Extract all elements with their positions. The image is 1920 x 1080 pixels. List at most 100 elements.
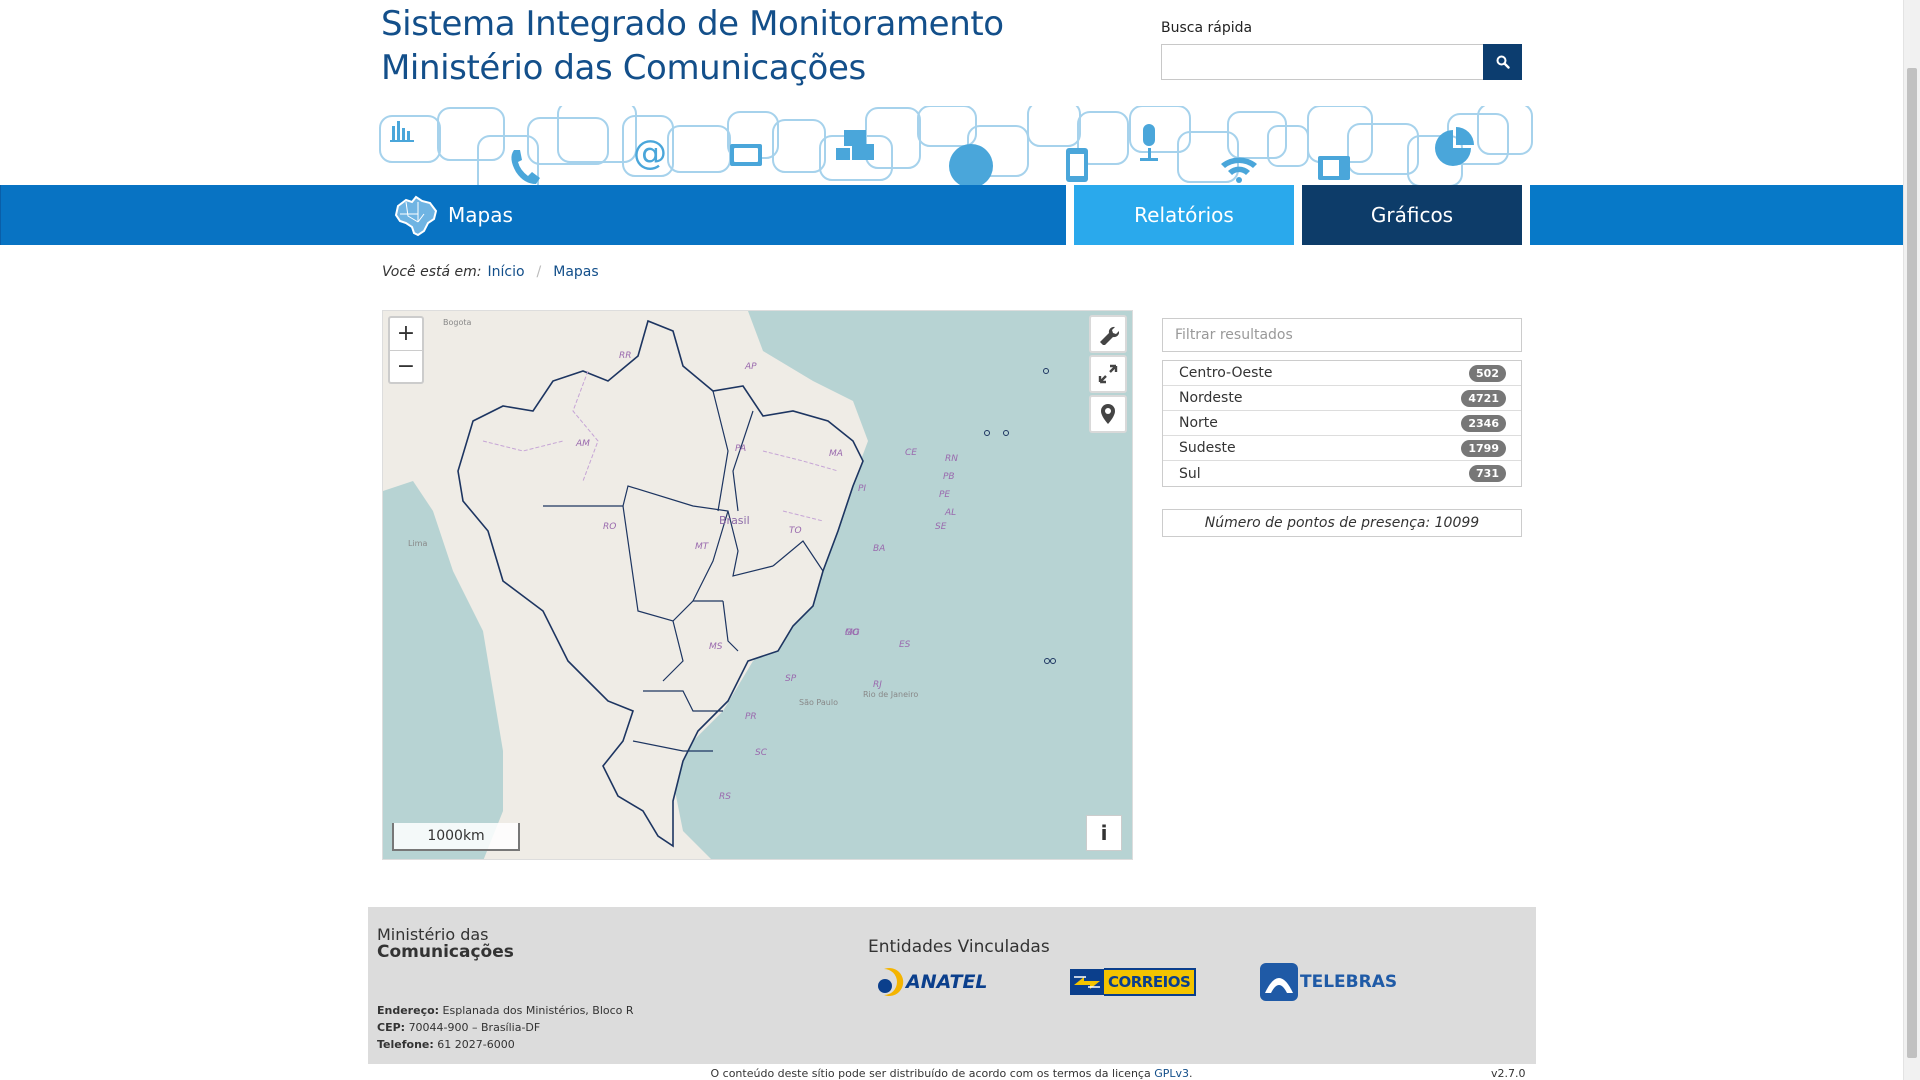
map-label-ce: CE (905, 448, 917, 458)
quick-search (1161, 44, 1522, 80)
telebras-text: TELEBRAS (1300, 972, 1398, 992)
region-name: Centro-Oeste (1179, 365, 1273, 381)
site-title-line1: Sistema Integrado de Monitoramento (381, 4, 1004, 44)
app-version: v2.7.0 (1491, 1067, 1526, 1080)
map-label-to: TO (789, 526, 802, 536)
license-link[interactable]: GPLv3 (1154, 1067, 1189, 1080)
map-view[interactable]: RR AP AM PA MA CE RN PB PE AL SE PI TO B… (382, 310, 1133, 860)
entidades-title: Entidades Vinculadas (868, 937, 1050, 957)
region-item-norte[interactable]: Norte 2346 (1163, 411, 1521, 436)
map-label-ba: BA (873, 544, 885, 554)
map-base: RR AP AM PA MA CE RN PB PE AL SE PI TO B… (383, 311, 1056, 859)
map-label-rio: Rio de Janeiro (863, 690, 918, 699)
map-label-rr: RR (619, 351, 632, 361)
correios-text: CORREIOS (1104, 968, 1197, 996)
nav-separator (1294, 185, 1302, 245)
quick-search-button[interactable] (1483, 44, 1522, 80)
map-label-ro: RO (603, 522, 616, 532)
license-notice: O conteúdo deste sítio pode ser distribu… (0, 1064, 1903, 1080)
phone-label: Telefone: (377, 1038, 434, 1051)
region-name: Sudeste (1179, 440, 1236, 456)
map-label-bogota: Bogota (443, 318, 471, 327)
map-label-rj: RJ (873, 680, 882, 690)
cep-label: CEP: (377, 1021, 406, 1034)
quick-search-input[interactable] (1161, 44, 1483, 80)
nav-separator (1066, 185, 1074, 245)
map-tools-button[interactable] (1089, 315, 1127, 353)
breadcrumb-separator: / (536, 264, 542, 280)
map-label-pa: PA (735, 444, 746, 454)
map-label-rs: RS (719, 792, 731, 802)
map-label-am: AM (575, 439, 590, 449)
region-item-sul[interactable]: Sul 731 (1163, 461, 1521, 486)
quick-search-label: Busca rápida (1161, 20, 1253, 36)
phone-value: 61 2027-6000 (437, 1038, 515, 1051)
map-label-ma: MA (829, 449, 843, 459)
search-icon (1496, 55, 1510, 69)
map-label-al: AL (944, 508, 956, 518)
map-label-sao-paulo: São Paulo (799, 698, 838, 707)
svg-text:@: @ (633, 133, 667, 173)
nav-relatorios[interactable]: Relatórios (1074, 185, 1294, 245)
correios-icon (1070, 969, 1104, 995)
zoom-in-button[interactable]: + (390, 318, 422, 351)
map-info-button[interactable]: i (1086, 815, 1122, 851)
breadcrumb-label: Você está em: (382, 264, 482, 280)
zoom-out-button[interactable]: − (390, 351, 422, 383)
presence-count: Número de pontos de presença: 10099 (1162, 509, 1522, 537)
region-count-badge: 4721 (1461, 389, 1506, 407)
region-name: Norte (1179, 415, 1218, 431)
map-label-pe: PE (939, 490, 950, 500)
cep-value: 70044-900 – Brasília-DF (408, 1021, 541, 1034)
map-label-lima: Lima (408, 539, 427, 548)
license-text-end: . (1189, 1067, 1193, 1080)
map-pin-icon (1101, 404, 1115, 424)
map-label-brasil: Brasil (719, 514, 750, 527)
map-label-es: ES (899, 640, 911, 650)
anatel-text: ANATEL (906, 971, 988, 993)
site-title-line2: Ministério das Comunicações (381, 48, 866, 88)
anatel-logo[interactable]: ANATEL (876, 962, 988, 1002)
region-name: Sul (1179, 465, 1201, 482)
filter-results-input[interactable] (1162, 318, 1522, 352)
footer-address: Endereço: Esplanada dos Ministérios, Blo… (377, 1002, 634, 1053)
region-item-centro-oeste[interactable]: Centro-Oeste 502 (1163, 361, 1521, 386)
brazil-map-icon (394, 195, 438, 237)
map-label-rn: RN (945, 454, 958, 464)
page-scrollbar[interactable] (1903, 0, 1920, 1080)
map-label-sc: SC (755, 748, 768, 758)
site-title: Sistema Integrado de Monitoramento Minis… (381, 2, 1004, 90)
scrollbar-thumb[interactable] (1907, 68, 1917, 1058)
region-item-nordeste[interactable]: Nordeste 4721 (1163, 386, 1521, 411)
nav-mapas[interactable]: Mapas (0, 185, 1066, 245)
region-count-badge: 1799 (1461, 439, 1506, 457)
telebras-icon (1260, 963, 1298, 1001)
breadcrumb-mapas[interactable]: Mapas (553, 264, 598, 280)
map-label-pi: PI (858, 484, 866, 494)
map-scale: 1000km (392, 823, 520, 851)
region-item-sudeste[interactable]: Sudeste 1799 (1163, 436, 1521, 461)
map-label-ms: MS (709, 642, 723, 652)
address-value: Esplanada dos Ministérios, Bloco R (442, 1004, 634, 1017)
expand-icon (1098, 364, 1118, 384)
region-name: Nordeste (1179, 390, 1243, 406)
zoom-control: + − (388, 316, 424, 384)
region-count-badge: 2346 (1461, 414, 1506, 432)
breadcrumb-inicio[interactable]: Início (487, 264, 524, 280)
nav-graficos[interactable]: Gráficos (1302, 185, 1522, 245)
telebras-logo[interactable]: TELEBRAS (1260, 962, 1397, 1002)
map-locate-button[interactable] (1089, 395, 1127, 433)
wrench-icon (1100, 326, 1119, 345)
nav-mapas-label: Mapas (448, 203, 513, 227)
footer: Ministério das Comunicações Endereço: Es… (368, 907, 1536, 1064)
correios-logo[interactable]: CORREIOS (1070, 962, 1197, 1002)
address-label: Endereço: (377, 1004, 440, 1017)
map-label-se: SE (935, 522, 947, 532)
map-label-sp: SP (785, 674, 797, 684)
map-fullscreen-button[interactable] (1089, 355, 1127, 393)
map-label-pb: PB (943, 472, 955, 482)
breadcrumb: Você está em: Início / Mapas (382, 264, 599, 280)
map-label-pr: PR (745, 712, 757, 722)
nav-separator (1522, 185, 1530, 245)
map-label-mt: MT (695, 542, 710, 552)
